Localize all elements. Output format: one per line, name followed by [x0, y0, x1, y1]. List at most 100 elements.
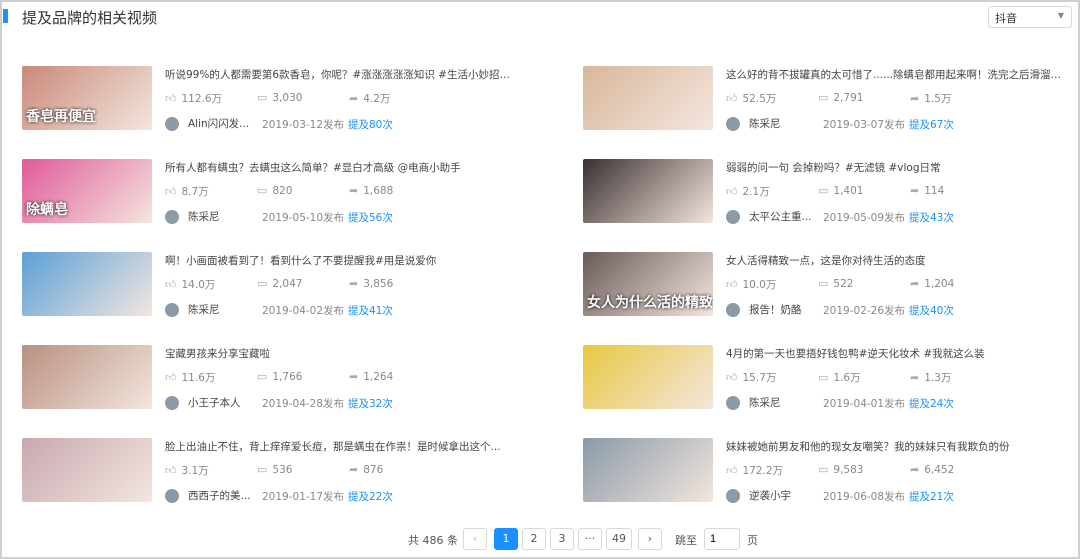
mention-count-link[interactable]: 提及21次 — [909, 489, 954, 504]
comment-count: 2,047 — [272, 277, 303, 290]
share-count: 876 — [363, 463, 384, 476]
video-title[interactable]: 啊！小画面被看到了！看到什么了不要提醒我#用是说爱你 — [165, 253, 510, 268]
share-icon: ➦ — [349, 184, 359, 197]
thumbs-up-icon: 👍︎ — [165, 278, 177, 291]
platform-select-value: 抖音 — [995, 12, 1017, 25]
publish-date: 2019-01-17发布 — [262, 491, 345, 503]
author-name[interactable]: 西西子的美... — [188, 488, 251, 503]
video-title[interactable]: 所有人都有螨虫？去螨虫这么简单？#显白才高级 @电商小助手 — [165, 160, 510, 175]
video-title[interactable]: 脸上出油止不住，背上痒痒爱长痘，那是螨虫在作祟！是时候拿出这个... — [165, 439, 510, 454]
thumbs-up-icon: 👍︎ — [165, 464, 177, 477]
video-card[interactable]: 宝藏男孩来分享宝藏啦 👍︎ 11.6万 ▭ 1,766 ➦ 1,264 小王子本人 2… — [22, 345, 542, 415]
comment-count: 2,791 — [833, 91, 864, 104]
video-thumbnail[interactable]: 香皂再便宜 — [22, 66, 152, 130]
share-icon: ➦ — [349, 463, 359, 476]
thumbs-up-icon: 👍︎ — [165, 185, 177, 198]
comment-icon: ▭ — [257, 277, 268, 290]
author-name[interactable]: 陈采尼 — [749, 395, 781, 410]
video-title[interactable]: 女人活得精致一点，这是你对待生活的态度 — [726, 253, 1071, 268]
video-thumbnail[interactable]: 除螨皂 — [22, 159, 152, 223]
comment-icon: ▭ — [818, 277, 829, 290]
comment-icon: ▭ — [257, 463, 268, 476]
video-card[interactable]: 妹妹被她前男友和他的现女友嘲笑？我的妹妹只有我欺负的份 👍︎ 172.2万 ▭ 9,… — [583, 438, 1080, 508]
mention-count-link[interactable]: 提及32次 — [348, 396, 393, 411]
avatar — [726, 209, 740, 224]
mention-count-link[interactable]: 提及80次 — [348, 117, 393, 132]
video-thumbnail[interactable] — [583, 345, 713, 409]
video-thumbnail[interactable]: 女人为什么活的精致 — [583, 252, 713, 316]
mention-count-link[interactable]: 提及56次 — [348, 210, 393, 225]
thumbnail-caption: 香皂再便宜 — [26, 109, 96, 125]
mention-count-link[interactable]: 提及40次 — [909, 303, 954, 318]
author-name[interactable]: 太平公主重... — [749, 209, 812, 224]
video-card[interactable]: 啊！小画面被看到了！看到什么了不要提醒我#用是说爱你 👍︎ 14.0万 ▭ 2,04… — [22, 252, 542, 322]
video-title[interactable]: 听说99%的人都需要第6款香皂，你呢？#涨涨涨涨涨知识 #生活小妙招 ... — [165, 67, 510, 82]
avatar — [726, 116, 740, 131]
video-thumbnail[interactable] — [583, 159, 713, 223]
platform-select[interactable]: 抖音 ▼ — [988, 6, 1072, 28]
jump-page-input[interactable] — [704, 528, 740, 550]
page-49-button[interactable]: 49 — [606, 528, 632, 550]
mention-count-link[interactable]: 提及43次 — [909, 210, 954, 225]
like-count: 10.0万 — [742, 279, 777, 291]
avatar — [165, 116, 179, 131]
video-thumbnail[interactable] — [22, 345, 152, 409]
author-name[interactable]: 逆袭小宇 — [749, 488, 791, 503]
video-thumbnail[interactable] — [583, 66, 713, 130]
thumbs-up-icon: 👍︎ — [726, 464, 738, 477]
page-1-button[interactable]: 1 — [494, 528, 518, 550]
video-title[interactable]: 4月的第一天也要捂好钱包鸭#逆天化妆术 #我就这么装 — [726, 346, 1071, 361]
video-card[interactable]: 4月的第一天也要捂好钱包鸭#逆天化妆术 #我就这么装 👍︎ 15.7万 ▭ 1.6万… — [583, 345, 1080, 415]
author-name[interactable]: 陈采尼 — [188, 209, 220, 224]
video-title[interactable]: 这么好的背不拔罐真的太可惜了......除螨皂都用起来啊！洗完之后滑溜溜... — [726, 67, 1071, 82]
share-count: 1.3万 — [924, 372, 952, 384]
video-card[interactable]: 这么好的背不拔罐真的太可惜了......除螨皂都用起来啊！洗完之后滑溜溜... … — [583, 66, 1080, 136]
author-name[interactable]: 小王子本人 — [188, 395, 241, 410]
video-thumbnail[interactable] — [583, 438, 713, 502]
next-page-button[interactable]: › — [638, 528, 662, 550]
video-card[interactable]: 弱弱的问一句 会掉粉吗？#无滤镜 #vlog日常 👍︎ 2.1万 ▭ 1,401 ➦… — [583, 159, 1080, 229]
mention-count-link[interactable]: 提及22次 — [348, 489, 393, 504]
like-count: 11.6万 — [181, 372, 216, 384]
like-count: 3.1万 — [181, 465, 209, 477]
video-card[interactable]: 除螨皂 所有人都有螨虫？去螨虫这么简单？#显白才高级 @电商小助手 👍︎ 8.7万… — [22, 159, 542, 229]
avatar — [165, 488, 179, 503]
video-card[interactable]: 香皂再便宜 听说99%的人都需要第6款香皂，你呢？#涨涨涨涨涨知识 #生活小妙招… — [22, 66, 542, 136]
share-icon: ➦ — [910, 463, 920, 476]
avatar — [165, 395, 179, 410]
video-thumbnail[interactable] — [22, 252, 152, 316]
mention-count-link[interactable]: 提及24次 — [909, 396, 954, 411]
publish-date: 2019-04-01发布 — [823, 398, 906, 410]
like-count: 172.2万 — [742, 465, 784, 477]
author-name[interactable]: 陈采尼 — [749, 116, 781, 131]
prev-page-button[interactable]: ‹ — [463, 528, 487, 550]
video-title[interactable]: 妹妹被她前男友和他的现女友嘲笑？我的妹妹只有我欺负的份 — [726, 439, 1071, 454]
mention-count-link[interactable]: 提及41次 — [348, 303, 393, 318]
mention-count-link[interactable]: 提及67次 — [909, 117, 954, 132]
avatar — [726, 488, 740, 503]
author-name[interactable]: Alin闪闪发... — [188, 116, 249, 131]
total-count: 共 486 条 — [408, 534, 458, 547]
publish-date: 2019-04-28发布 — [262, 398, 345, 410]
share-count: 1,688 — [363, 184, 394, 197]
video-card[interactable]: 脸上出油止不住，背上痒痒爱长痘，那是螨虫在作祟！是时候拿出这个... 👍︎ 3.1… — [22, 438, 542, 508]
comment-count: 1,766 — [272, 370, 303, 383]
share-icon: ➦ — [910, 92, 920, 105]
video-card[interactable]: 女人为什么活的精致 女人活得精致一点，这是你对待生活的态度 👍︎ 10.0万 ▭ 5… — [583, 252, 1080, 322]
share-icon: ➦ — [349, 370, 359, 383]
page-2-button[interactable]: 2 — [522, 528, 546, 550]
avatar — [726, 395, 740, 410]
share-count: 6,452 — [924, 463, 955, 476]
comment-icon: ▭ — [818, 91, 829, 104]
author-name[interactable]: 陈采尼 — [188, 302, 220, 317]
author-name[interactable]: 报告！奶酪 — [749, 302, 802, 317]
page-3-button[interactable]: 3 — [550, 528, 574, 550]
video-thumbnail[interactable] — [22, 438, 152, 502]
like-count: 2.1万 — [742, 186, 770, 198]
thumbs-up-icon: 👍︎ — [726, 92, 738, 105]
publish-date: 2019-06-08发布 — [823, 491, 906, 503]
video-title[interactable]: 弱弱的问一句 会掉粉吗？#无滤镜 #vlog日常 — [726, 160, 1071, 175]
video-title[interactable]: 宝藏男孩来分享宝藏啦 — [165, 346, 510, 361]
publish-date: 2019-03-12发布 — [262, 119, 345, 131]
page-ellipsis-button[interactable]: ··· — [578, 528, 602, 550]
